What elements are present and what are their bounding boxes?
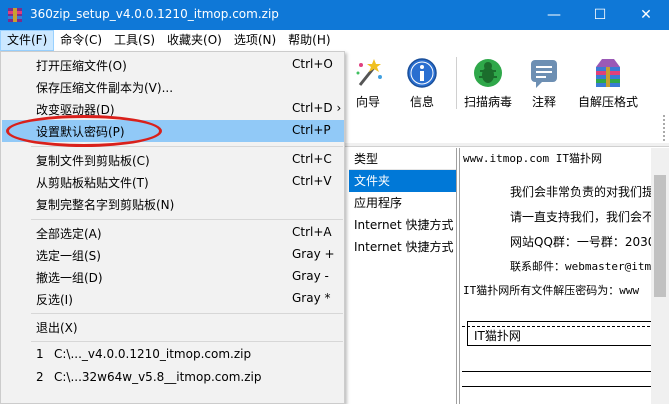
menu-item-shortcut: Gray - [292,269,329,283]
recent-number: 2 [36,370,44,384]
menu-tools[interactable]: 工具(S) [108,30,161,51]
comment-line: 联系邮件：webmaster@itmop [510,260,665,273]
toolbar-grip[interactable] [663,115,666,141]
scrollbar-thumb[interactable] [654,175,666,297]
sfx-button[interactable]: 自解压格式 [573,57,643,117]
menu-file[interactable]: 文件(F) [0,30,55,51]
menu-copy-files[interactable]: 复制文件到剪贴板(C) Ctrl+C [2,149,344,171]
info-icon [407,58,437,88]
menu-set-default-password[interactable]: 设置默认密码(P) Ctrl+P [2,120,344,142]
comment-line: 请一直支持我们，我们会不 [510,210,655,224]
menu-separator [31,341,343,342]
menu-item-label: 撤选一组(D) [36,271,103,285]
menu-item-shortcut: Ctrl+C [292,152,332,166]
menu-item-label: 改变驱动器(D) [36,103,115,117]
menu-item-shortcut: Ctrl+P [292,123,331,137]
info-button[interactable]: 信息 [387,57,457,117]
close-button[interactable]: ✕ [623,0,669,30]
column-header-type[interactable]: 类型 [349,148,456,170]
comment-label: 注释 [531,95,556,109]
menu-separator [31,146,343,147]
menu-deselect-group[interactable]: 撤选一组(D) Gray - [2,266,344,288]
divider-line [462,371,669,372]
list-item[interactable]: Internet 快捷方式 [349,214,456,236]
menu-separator [31,313,343,314]
maximize-button[interactable]: ☐ [577,0,623,30]
recent-path: C:\...32w64w_v5.8__itmop.com.zip [54,370,262,384]
comment-line: IT猫扑网所有文件解压密码为：www [463,284,640,297]
minimize-icon: — [547,7,561,23]
menu-select-group[interactable]: 选定一组(S) Gray + [2,244,344,266]
menu-item-label: 打开压缩文件(O) [36,59,127,73]
menu-paste-files[interactable]: 从剪贴板粘贴文件(T) Ctrl+V [2,171,344,193]
menu-item-label: 复制文件到剪贴板(C) [36,154,150,168]
comment-icon [531,60,557,88]
list-item[interactable]: 应用程序 [349,192,456,214]
address-strip [345,143,669,147]
list-item[interactable]: Internet 快捷方式 [349,236,456,258]
menu-item-label: 全部选定(A) [36,227,102,241]
comment-line: 我们会非常负责的对我们提 [510,185,655,199]
recent-path: C:\..._v4.0.0.1210_itmop.com.zip [54,347,252,361]
list-item[interactable]: 文件夹 [349,170,456,192]
menu-help[interactable]: 帮助(H) [282,30,336,51]
comment-scrollbar[interactable] [651,148,669,404]
divider-line [462,386,669,387]
menu-separator [31,219,343,220]
menu-invert-selection[interactable]: 反选(I) Gray * [2,288,344,310]
comment-line: 网站QQ群：一号群：203046 [510,235,669,249]
menu-item-shortcut: Ctrl+D › [292,101,342,115]
menu-options[interactable]: 选项(N) [228,30,282,51]
menu-item-shortcut: Ctrl+A [292,225,332,239]
menu-item-shortcut: Ctrl+V [292,174,332,188]
minimize-button[interactable]: — [531,0,577,30]
menu-open-archive[interactable]: 打开压缩文件(O) Ctrl+O [2,54,344,76]
menu-item-shortcut: Ctrl+O [292,57,333,71]
menu-bar: 文件(F) 命令(C) 工具(S) 收藏夹(O) 选项(N) 帮助(H) [0,30,669,51]
menu-favorites[interactable]: 收藏夹(O) [161,30,228,51]
file-list[interactable]: 类型 文件夹 应用程序 Internet 快捷方式 Internet 快捷方式 [349,148,457,404]
menu-exit[interactable]: 退出(X) [2,316,344,338]
comment-pane[interactable]: www.itmop.com IT猫扑网 我们会非常负责的对我们提 请一直支持我们… [459,148,669,404]
menu-save-copy[interactable]: 保存压缩文件副本为(V)... [2,76,344,98]
title-bar: 360zip_setup_v4.0.0.1210_itmop.com.zip —… [0,0,669,30]
menu-item-shortcut: Gray * [292,291,331,305]
sfx-label: 自解压格式 [577,95,638,109]
menu-recent-file-2[interactable]: 2 C:\...32w64w_v5.8__itmop.com.zip [2,367,344,389]
sfx-box-icon [596,59,620,87]
recent-number: 1 [36,347,44,361]
menu-item-label: 退出(X) [36,321,78,335]
window-title: 360zip_setup_v4.0.0.1210_itmop.com.zip [30,7,279,21]
menu-item-label: 复制完整名字到剪贴板(N) [36,198,175,212]
menu-item-label: 保存压缩文件副本为(V)... [36,81,174,95]
comment-line: www.itmop.com IT猫扑网 [463,152,602,165]
menu-item-label: 设置默认密码(P) [36,125,125,139]
wizard-wand-icon [356,59,382,86]
menu-item-shortcut: Gray + [292,247,335,261]
comment-box-label: IT猫扑网 [474,329,521,343]
comment-button[interactable]: 注释 [509,57,579,117]
menu-item-label: 从剪贴板粘贴文件(T) [36,176,149,190]
close-icon: ✕ [640,7,652,23]
menu-item-label: 反选(I) [36,293,73,307]
winrar-app-icon[interactable] [8,8,22,22]
menu-item-label: 选定一组(S) [36,249,101,263]
menu-copy-full-name[interactable]: 复制完整名字到剪贴板(N) [2,193,344,215]
maximize-icon: ☐ [593,7,607,23]
comment-box: IT猫扑网 [467,321,667,346]
menu-recent-file-1[interactable]: 1 C:\..._v4.0.0.1210_itmop.com.zip [2,344,344,366]
info-label: 信息 [409,95,434,109]
menu-commands[interactable]: 命令(C) [54,30,108,51]
file-menu-dropdown: 打开压缩文件(O) Ctrl+O 保存压缩文件副本为(V)... 改变驱动器(D… [0,51,345,404]
menu-select-all[interactable]: 全部选定(A) Ctrl+A [2,222,344,244]
toolbar: 向导 信息 扫描病毒 注释 自解压格式 [345,51,669,143]
virus-scan-icon [474,59,502,87]
menu-change-drive[interactable]: 改变驱动器(D) Ctrl+D › [2,98,344,120]
